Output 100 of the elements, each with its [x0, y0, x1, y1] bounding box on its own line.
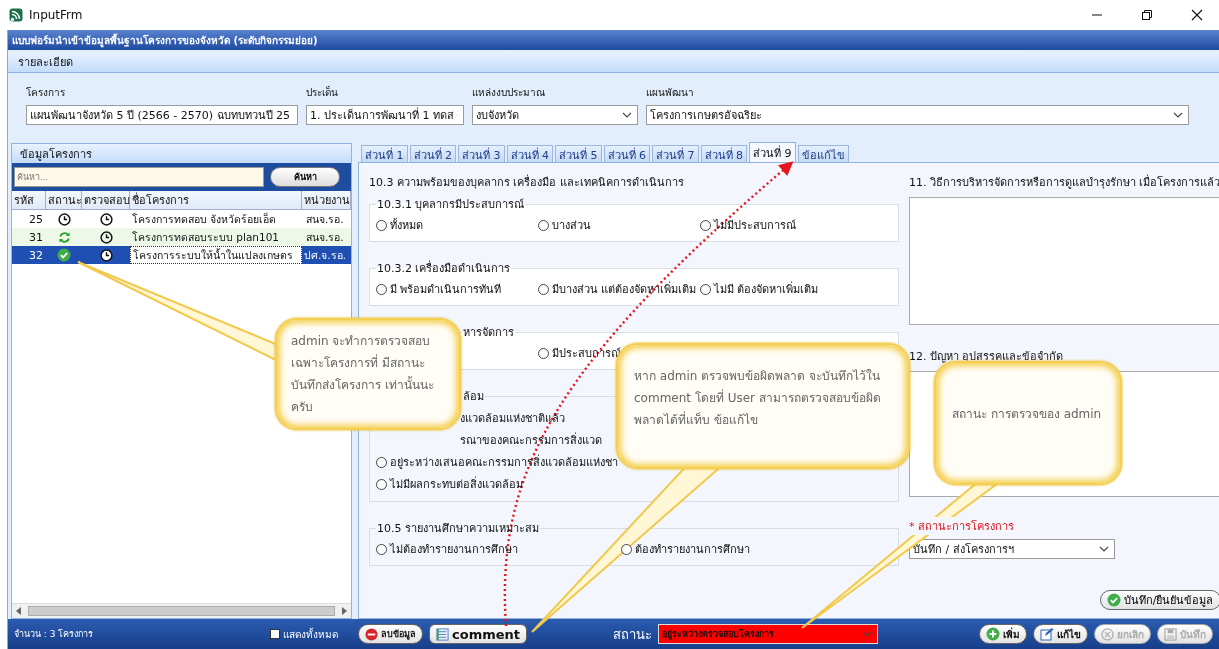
check-circle-icon: [1106, 593, 1121, 607]
option-label: ไม่มีผลกระทบต่อสิ่งแวดล้อม: [390, 475, 523, 493]
section-heading: 10.3 ความพร้อมของบุคลากร เครื่องมือ และเทคนิคการดำเนินการ: [369, 173, 685, 191]
table-cell-text: 31: [28, 230, 44, 244]
app-icon: [9, 8, 23, 22]
dropdown-field[interactable]: แผนพัฒนาจังหวัด 5 ปี (2566 - 2570) ฉบทบทวนปี 25: [26, 105, 298, 125]
table-row[interactable]: 31 โครงการทดสอบระบบ plan101 สนจ.รอ.: [12, 228, 351, 246]
tab[interactable]: ส่วนที่ 4: [506, 145, 553, 162]
table-cell-text: สนจ.รอ.: [305, 211, 345, 227]
field-label: โครงการ: [26, 86, 66, 100]
option-label: บางส่วน: [552, 218, 591, 234]
checkbox[interactable]: [270, 629, 280, 639]
option-label: อยู่ระหว่างเสนอคณะกรรมการสิ่งแวดล้อมแห่งชา: [390, 453, 618, 471]
window-title: InputFrm: [29, 8, 83, 22]
radio-option[interactable]: ทั้งหมด: [376, 216, 423, 234]
column-header: รหัส: [12, 191, 46, 209]
option-label: งแวดล้อมแห่งชาติแล้ว: [459, 411, 565, 427]
scroll-left-icon[interactable]: [16, 607, 22, 615]
radio-button[interactable]: [538, 283, 549, 295]
column-header: สถานะ: [46, 191, 82, 209]
dropdown-field[interactable]: บันทึก / ส่งโครงการฯ: [909, 539, 1115, 559]
radio-button[interactable]: [700, 283, 711, 295]
radio-option[interactable]: อยู่ระหว่างเสนอคณะกรรมการสิ่งแวดล้อมแห่งชา: [376, 452, 618, 472]
field-label: ประเด็น: [306, 85, 339, 100]
tab[interactable]: ส่วนที่ 1: [361, 145, 408, 162]
radio-button[interactable]: [538, 347, 549, 359]
radio-option[interactable]: ไม่มีผลกระทบต่อสิ่งแวดล้อม: [376, 474, 523, 494]
horizontal-scrollbar[interactable]: [12, 603, 351, 618]
show-all-checkbox[interactable]: แสดงทั้งหมด: [270, 626, 338, 642]
radio-option[interactable]: มีประสบการณ์: [538, 344, 621, 362]
group-label: ล้อม: [462, 389, 485, 405]
tab[interactable]: ส่วนที่ 5: [555, 145, 602, 162]
dropdown-field[interactable]: งบจังหวัด: [472, 105, 638, 125]
option-label: ทั้งหมด: [390, 217, 423, 234]
minus-circle-icon: [365, 627, 378, 641]
radio-button[interactable]: [376, 478, 387, 490]
radio-option[interactable]: มี พร้อมดำเนินการทันที: [376, 280, 502, 298]
status-label: สถานะ: [613, 625, 652, 644]
field-label: แผนพัฒนา: [646, 86, 695, 100]
tab[interactable]: ส่วนที่ 6: [603, 145, 650, 162]
table-row[interactable]: 32 โครงการระบบให้น้ำในแปลงเกษตร ปศ.จ.รอ.: [12, 246, 351, 264]
option-label: มี พร้อมดำเนินการทันที: [390, 282, 502, 298]
radio-option[interactable]: ไม่ต้องทำรายงานการศึกษา: [376, 540, 518, 558]
field-label: * สถานะการโครงการ: [909, 517, 1014, 535]
record-count: จำนวน : 3 โครงการ: [14, 628, 95, 641]
option-label: ไม่ต้องทำรายงานการศึกษา: [390, 542, 518, 558]
option-label: ต้องทำรายงานการศึกษา: [635, 542, 750, 558]
panel-title: ข้อมูลโครงการ: [12, 144, 351, 163]
checkbox-label: แสดงทั้งหมด: [283, 626, 338, 642]
column-header: ชื่อโครงการ: [130, 191, 302, 209]
annotation-tooltip: admin จะทำการตรวจสอบ เฉพาะโครงการที่ มีสถานะ บันทึกส่งโครงการ เท่านั้นนะ ครับ: [275, 318, 461, 430]
x-circle-icon: [1101, 627, 1114, 641]
field-label: 11. วิธีการบริหารจัดการหรือการดูแลบำรุงรักษา เมื่อโครงการแล้ว: [909, 173, 1219, 191]
table-cell-text: สนจ.รอ.: [305, 229, 345, 245]
tab[interactable]: ข้อแก้ไข: [797, 145, 849, 162]
scroll-right-icon[interactable]: [341, 607, 347, 615]
tab[interactable]: ส่วนที่ 7: [652, 145, 699, 162]
edit-button[interactable]: แก้ไข: [1033, 624, 1088, 644]
restore-icon: [1141, 9, 1153, 21]
delete-button[interactable]: ลบข้อมูล: [358, 624, 423, 644]
table-cell: โครงการระบบให้น้ำในแปลงเกษตร: [130, 246, 302, 264]
search-button[interactable]: ค้นหา: [270, 167, 340, 187]
radio-button[interactable]: [376, 456, 387, 468]
tab[interactable]: ส่วนที่ 3: [458, 145, 505, 162]
status-dropdown[interactable]: อยู่ระหว่างตรวจสอบโครงการ: [658, 624, 878, 644]
close-icon: [1191, 9, 1203, 21]
table-cell-text: 32: [28, 248, 44, 262]
dropdown-field[interactable]: โครงการเกษตรอัจฉริยะ: [646, 105, 1189, 125]
option-label: ไม่มีประสบการณ์: [714, 218, 796, 234]
add-button[interactable]: เพิ่ม: [979, 624, 1027, 644]
table-cell-text: โครงการทดสอบระบบ plan101: [131, 229, 281, 245]
search-field[interactable]: ค้นหา...: [14, 167, 264, 187]
table-cell-text: 25: [28, 212, 44, 226]
column-header: หน่วยงาน: [302, 191, 351, 209]
group-label: 10.3.2 เครื่องมือดำเนินการ: [376, 259, 512, 277]
column-header: ตรวจสอบ: [82, 191, 130, 209]
option-label: มีประสบการณ์: [552, 346, 621, 362]
dropdown-field[interactable]: 1. ประเด็นการพัฒนาที่ 1 ทดส: [306, 105, 464, 125]
radio-button[interactable]: [376, 219, 387, 231]
section-title: รายละเอียด: [8, 52, 1219, 73]
radio-button[interactable]: [700, 219, 711, 231]
comment-button[interactable]: comment: [429, 624, 527, 644]
field-label: แหล่งงบประมาณ: [472, 86, 546, 100]
group-label: หารจัดการ: [462, 325, 515, 341]
tab[interactable]: ส่วนที่ 2: [409, 145, 456, 162]
tab[interactable]: ส่วนที่ 8: [700, 145, 747, 162]
radio-option[interactable]: บางส่วน: [538, 216, 591, 234]
radio-button[interactable]: [376, 543, 387, 555]
radio-button[interactable]: [538, 219, 549, 231]
table-cell-text: โครงการทดสอบ จังหวัดร้อยเอ็ด: [131, 211, 278, 227]
confirm-button[interactable]: บันทึก/ยืนยันข้อมูล: [1099, 590, 1219, 610]
tab[interactable]: ส่วนที่ 9: [749, 142, 796, 162]
radio-option[interactable]: ไม่มีประสบการณ์: [700, 216, 796, 234]
option-label: รณาของคณะกรรมการสิ่งแวด: [459, 431, 602, 449]
radio-button[interactable]: [376, 283, 387, 295]
edit-icon: [1040, 627, 1054, 641]
group-label: 10.3.1 บุคลากรมีประสบการณ์: [376, 197, 526, 213]
table-cell-text: ปศ.จ.รอ.: [303, 247, 347, 263]
group-label: 10.5 รายงานศึกษาความเหมาะสม: [376, 521, 540, 537]
plus-circle-icon: [986, 627, 1000, 641]
